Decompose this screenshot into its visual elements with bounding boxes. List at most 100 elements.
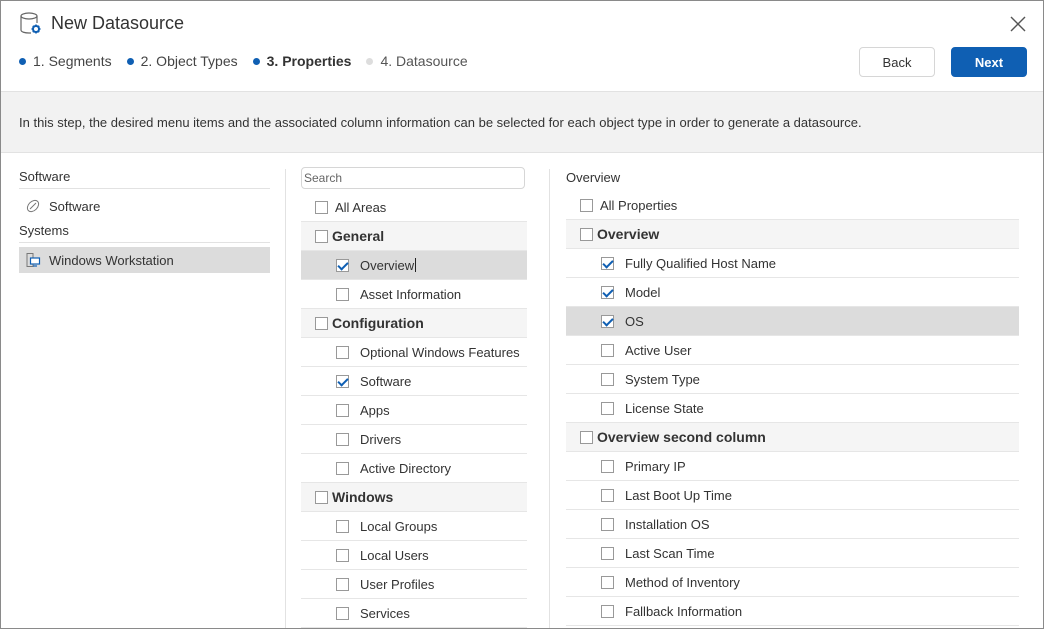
area-row[interactable]: Active Directory: [301, 454, 527, 483]
property-row[interactable]: Primary IP: [566, 452, 1019, 481]
step-properties[interactable]: 3. Properties: [252, 53, 351, 69]
workstation-icon: [26, 253, 41, 267]
area-row[interactable]: Local Users: [301, 541, 527, 570]
checkbox[interactable]: [336, 374, 349, 388]
area-group-row[interactable]: General: [301, 222, 527, 251]
checkbox[interactable]: [315, 490, 328, 504]
property-row[interactable]: Active User: [566, 336, 1019, 365]
step-datasource[interactable]: 4. Datasource: [366, 53, 468, 69]
step-dot: [366, 57, 374, 65]
property-row[interactable]: System Type: [566, 365, 1019, 394]
checkbox[interactable]: [601, 575, 614, 589]
checkbox[interactable]: [580, 430, 593, 444]
checkbox[interactable]: [336, 345, 349, 359]
row-label: Apps: [360, 402, 390, 418]
checkbox[interactable]: [601, 314, 614, 328]
checkbox[interactable]: [580, 227, 593, 241]
back-button[interactable]: Back: [859, 47, 935, 77]
checkbox[interactable]: [601, 517, 614, 531]
row-label: Overview second column: [597, 429, 766, 445]
row-label: Fully Qualified Host Name: [625, 255, 776, 271]
area-row[interactable]: Optional Windows Features: [301, 338, 527, 367]
area-row[interactable]: Local Groups: [301, 512, 527, 541]
new-datasource-dialog: New Datasource 1. Segments 2. Object Typ…: [0, 0, 1044, 629]
row-label: Drivers: [360, 431, 402, 447]
property-row[interactable]: Method of Inventory: [566, 568, 1019, 597]
property-row[interactable]: Fully Qualified Host Name: [566, 249, 1019, 278]
row-label: OS: [625, 313, 644, 329]
all-areas-row[interactable]: All Areas: [301, 193, 527, 222]
row-label: General: [332, 228, 385, 244]
checkbox[interactable]: [601, 343, 614, 357]
property-row[interactable]: License State: [566, 394, 1019, 423]
checkbox[interactable]: [601, 401, 614, 415]
properties-panel: Overview All Properties Overview Fully Q…: [566, 167, 1019, 626]
search-input[interactable]: [301, 167, 525, 189]
row-label: Active Directory: [360, 460, 452, 476]
checkbox[interactable]: [336, 548, 349, 562]
checkbox[interactable]: [315, 316, 328, 330]
row-label: Active User: [625, 342, 692, 358]
step-object-types[interactable]: 2. Object Types: [126, 53, 238, 69]
dialog-title: New Datasource: [51, 12, 185, 33]
object-type-software[interactable]: Software: [19, 193, 270, 219]
property-row[interactable]: Installation OS: [566, 510, 1019, 539]
checkbox[interactable]: [336, 519, 349, 533]
object-type-label: Software: [49, 198, 101, 214]
step-dot: [19, 57, 26, 65]
next-button[interactable]: Next: [951, 47, 1027, 77]
property-row[interactable]: Fallback Information: [566, 597, 1019, 626]
checkbox[interactable]: [601, 488, 614, 502]
checkbox[interactable]: [336, 287, 349, 301]
row-label: Last Boot Up Time: [625, 487, 732, 503]
property-group-row[interactable]: Overview: [566, 220, 1019, 249]
checkbox[interactable]: [336, 432, 349, 446]
row-label: Primary IP: [625, 458, 686, 474]
area-row[interactable]: Services: [301, 599, 527, 628]
area-row[interactable]: Software: [301, 367, 527, 396]
checkbox[interactable]: [601, 285, 614, 299]
checkbox[interactable]: [580, 198, 593, 212]
checkbox[interactable]: [601, 546, 614, 560]
info-text: In this step, the desired menu items and…: [19, 114, 862, 130]
checkbox[interactable]: [601, 372, 614, 386]
area-group-row[interactable]: Configuration: [301, 309, 527, 338]
database-gear-icon: [20, 12, 41, 34]
row-label: System Type: [625, 371, 700, 387]
checkbox[interactable]: [601, 256, 614, 270]
property-row[interactable]: Last Boot Up Time: [566, 481, 1019, 510]
checkbox[interactable]: [336, 258, 349, 272]
area-group-row[interactable]: Windows: [301, 483, 527, 512]
dialog-header: New Datasource 1. Segments 2. Object Typ…: [1, 1, 1043, 91]
object-type-label: Windows Workstation: [49, 252, 174, 268]
property-row[interactable]: Model: [566, 278, 1019, 307]
checkbox[interactable]: [601, 604, 614, 618]
row-label: Method of Inventory: [625, 574, 740, 590]
object-type-windows-workstation[interactable]: Windows Workstation: [19, 247, 270, 273]
checkbox[interactable]: [601, 459, 614, 473]
section-label-software: Software: [19, 169, 270, 189]
row-label: All Areas: [335, 199, 387, 215]
object-types-panel: Software Software Systems Windows Workst…: [19, 169, 270, 277]
checkbox[interactable]: [336, 461, 349, 475]
step-segments[interactable]: 1. Segments: [19, 53, 112, 69]
area-row[interactable]: Overview: [301, 251, 527, 280]
property-row[interactable]: OS: [566, 307, 1019, 336]
row-label: Local Users: [360, 547, 429, 563]
area-row[interactable]: Asset Information: [301, 280, 527, 309]
row-label: User Profiles: [360, 576, 435, 592]
area-row[interactable]: Drivers: [301, 425, 527, 454]
property-row[interactable]: Last Scan Time: [566, 539, 1019, 568]
checkbox[interactable]: [315, 200, 328, 214]
checkbox[interactable]: [336, 606, 349, 620]
row-label: License State: [625, 400, 704, 416]
close-icon[interactable]: [1009, 15, 1027, 33]
all-properties-row[interactable]: All Properties: [566, 191, 1019, 220]
area-row[interactable]: User Profiles: [301, 570, 527, 599]
step-dot: [126, 57, 134, 65]
checkbox[interactable]: [315, 229, 328, 243]
checkbox[interactable]: [336, 403, 349, 417]
area-row[interactable]: Apps: [301, 396, 527, 425]
checkbox[interactable]: [336, 577, 349, 591]
property-group-row[interactable]: Overview second column: [566, 423, 1019, 452]
